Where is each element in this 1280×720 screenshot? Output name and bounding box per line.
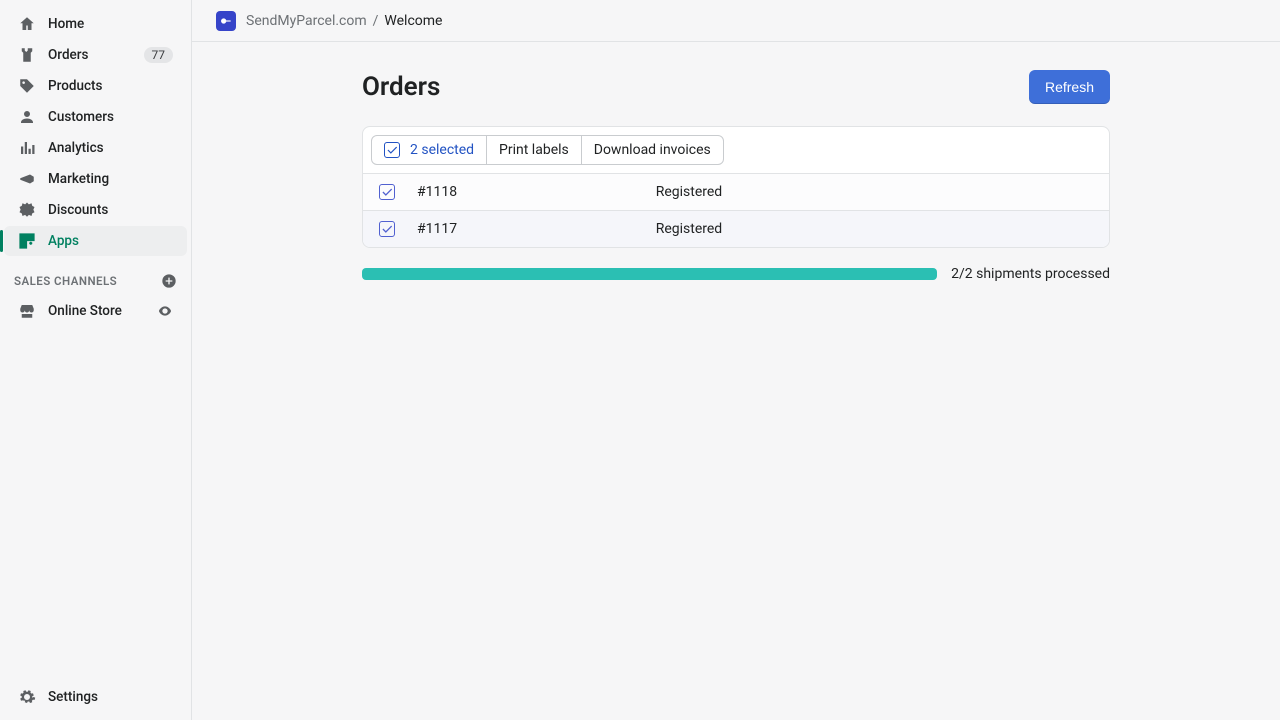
home-icon <box>18 15 36 33</box>
apps-icon <box>18 232 36 250</box>
sidebar-item-label: Products <box>48 78 173 94</box>
selection-checkbox-icon[interactable] <box>384 142 400 158</box>
orders-count-badge: 77 <box>144 47 174 63</box>
sidebar-item-label: Home <box>48 16 173 32</box>
sidebar-item-products[interactable]: Products <box>4 71 187 101</box>
order-id-cell: #1117 <box>401 211 640 248</box>
progress-text: 2/2 shipments processed <box>951 266 1110 282</box>
refresh-button[interactable]: Refresh <box>1029 70 1110 104</box>
app-logo-icon <box>216 11 236 31</box>
sidebar-item-label: Settings <box>48 689 173 705</box>
sidebar-item-label: Orders <box>48 47 132 63</box>
sidebar-item-label: Online Store <box>48 303 145 319</box>
gear-icon <box>18 688 36 706</box>
sidebar-item-label: Marketing <box>48 171 173 187</box>
main: SendMyParcel.com / Welcome Orders Refres… <box>192 0 1280 720</box>
orders-icon <box>18 46 36 64</box>
view-store-icon[interactable] <box>157 303 173 319</box>
selection-count-label: 2 selected <box>410 142 474 158</box>
sidebar-item-label: Discounts <box>48 202 173 218</box>
sidebar-section-label: SALES CHANNELS <box>14 274 117 288</box>
sidebar-item-label: Customers <box>48 109 173 125</box>
progress-bar <box>362 268 937 280</box>
sidebar-section-heading-sales-channels: SALES CHANNELS <box>0 257 191 295</box>
bulk-action-bar: 2 selected Print labels Download invoice… <box>363 127 1109 173</box>
content: Orders Refresh 2 selected <box>192 42 1280 720</box>
row-checkbox[interactable] <box>379 221 395 237</box>
sidebar-item-orders[interactable]: Orders 77 <box>4 40 187 70</box>
progress-row: 2/2 shipments processed <box>362 266 1110 282</box>
sidebar-channels-nav: Online Store <box>0 295 191 327</box>
sidebar-item-online-store[interactable]: Online Store <box>4 296 187 326</box>
page-title: Orders <box>362 72 440 102</box>
sidebar-item-discounts[interactable]: Discounts <box>4 195 187 225</box>
discounts-icon <box>18 201 36 219</box>
order-id-cell: #1118 <box>401 174 640 211</box>
sidebar-item-label: Analytics <box>48 140 173 156</box>
analytics-icon <box>18 139 36 157</box>
selection-count: 2 selected <box>372 136 486 164</box>
sidebar-item-label: Apps <box>48 233 173 249</box>
print-labels-label: Print labels <box>499 142 569 158</box>
download-invoices-button[interactable]: Download invoices <box>581 136 723 164</box>
sidebar-item-apps[interactable]: Apps <box>4 226 187 256</box>
breadcrumb-page: Welcome <box>384 13 442 29</box>
print-labels-button[interactable]: Print labels <box>486 136 581 164</box>
page-header: Orders Refresh <box>362 70 1110 104</box>
topbar: SendMyParcel.com / Welcome <box>192 0 1280 42</box>
sidebar-item-settings[interactable]: Settings <box>4 682 187 712</box>
row-checkbox[interactable] <box>379 184 395 200</box>
table-row[interactable]: #1118 Registered <box>363 174 1109 211</box>
order-status-cell: Registered <box>640 211 1109 248</box>
table-row[interactable]: #1117 Registered <box>363 211 1109 248</box>
order-status-cell: Registered <box>640 174 1109 211</box>
orders-card: 2 selected Print labels Download invoice… <box>362 126 1110 248</box>
sidebar-item-home[interactable]: Home <box>4 9 187 39</box>
sidebar-item-customers[interactable]: Customers <box>4 102 187 132</box>
breadcrumb-app-name[interactable]: SendMyParcel.com <box>246 13 367 29</box>
customers-icon <box>18 108 36 126</box>
products-icon <box>18 77 36 95</box>
orders-table: #1118 Registered #1117 Regist <box>363 173 1109 247</box>
sidebar-item-analytics[interactable]: Analytics <box>4 133 187 163</box>
sidebar: Home Orders 77 Products Customers <box>0 0 192 720</box>
breadcrumb: SendMyParcel.com / Welcome <box>246 13 442 29</box>
add-channel-icon[interactable] <box>161 273 177 289</box>
sidebar-primary-nav: Home Orders 77 Products Customers <box>0 8 191 257</box>
download-invoices-label: Download invoices <box>594 142 711 158</box>
breadcrumb-separator: / <box>373 13 379 29</box>
online-store-icon <box>18 302 36 320</box>
marketing-icon <box>18 170 36 188</box>
sidebar-item-marketing[interactable]: Marketing <box>4 164 187 194</box>
bulk-action-group: 2 selected Print labels Download invoice… <box>371 135 724 165</box>
